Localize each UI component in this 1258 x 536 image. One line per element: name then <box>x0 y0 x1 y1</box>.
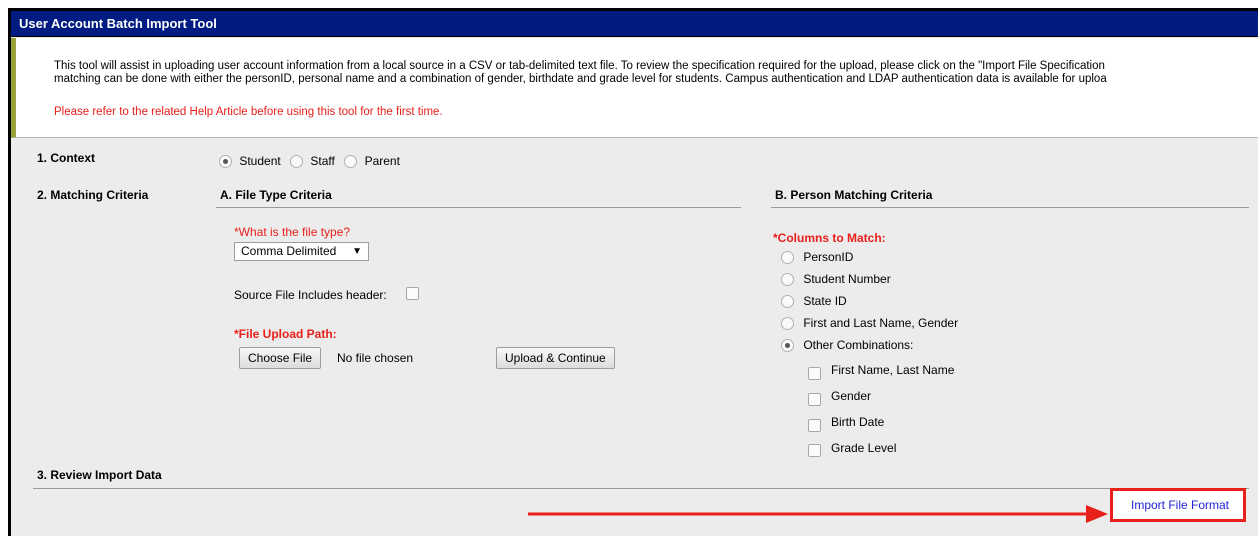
import-file-format-link[interactable]: Import File Format <box>1131 498 1229 512</box>
import-file-format-highlight: Import File Format <box>1110 488 1246 522</box>
annotation-arrow <box>528 505 1108 523</box>
